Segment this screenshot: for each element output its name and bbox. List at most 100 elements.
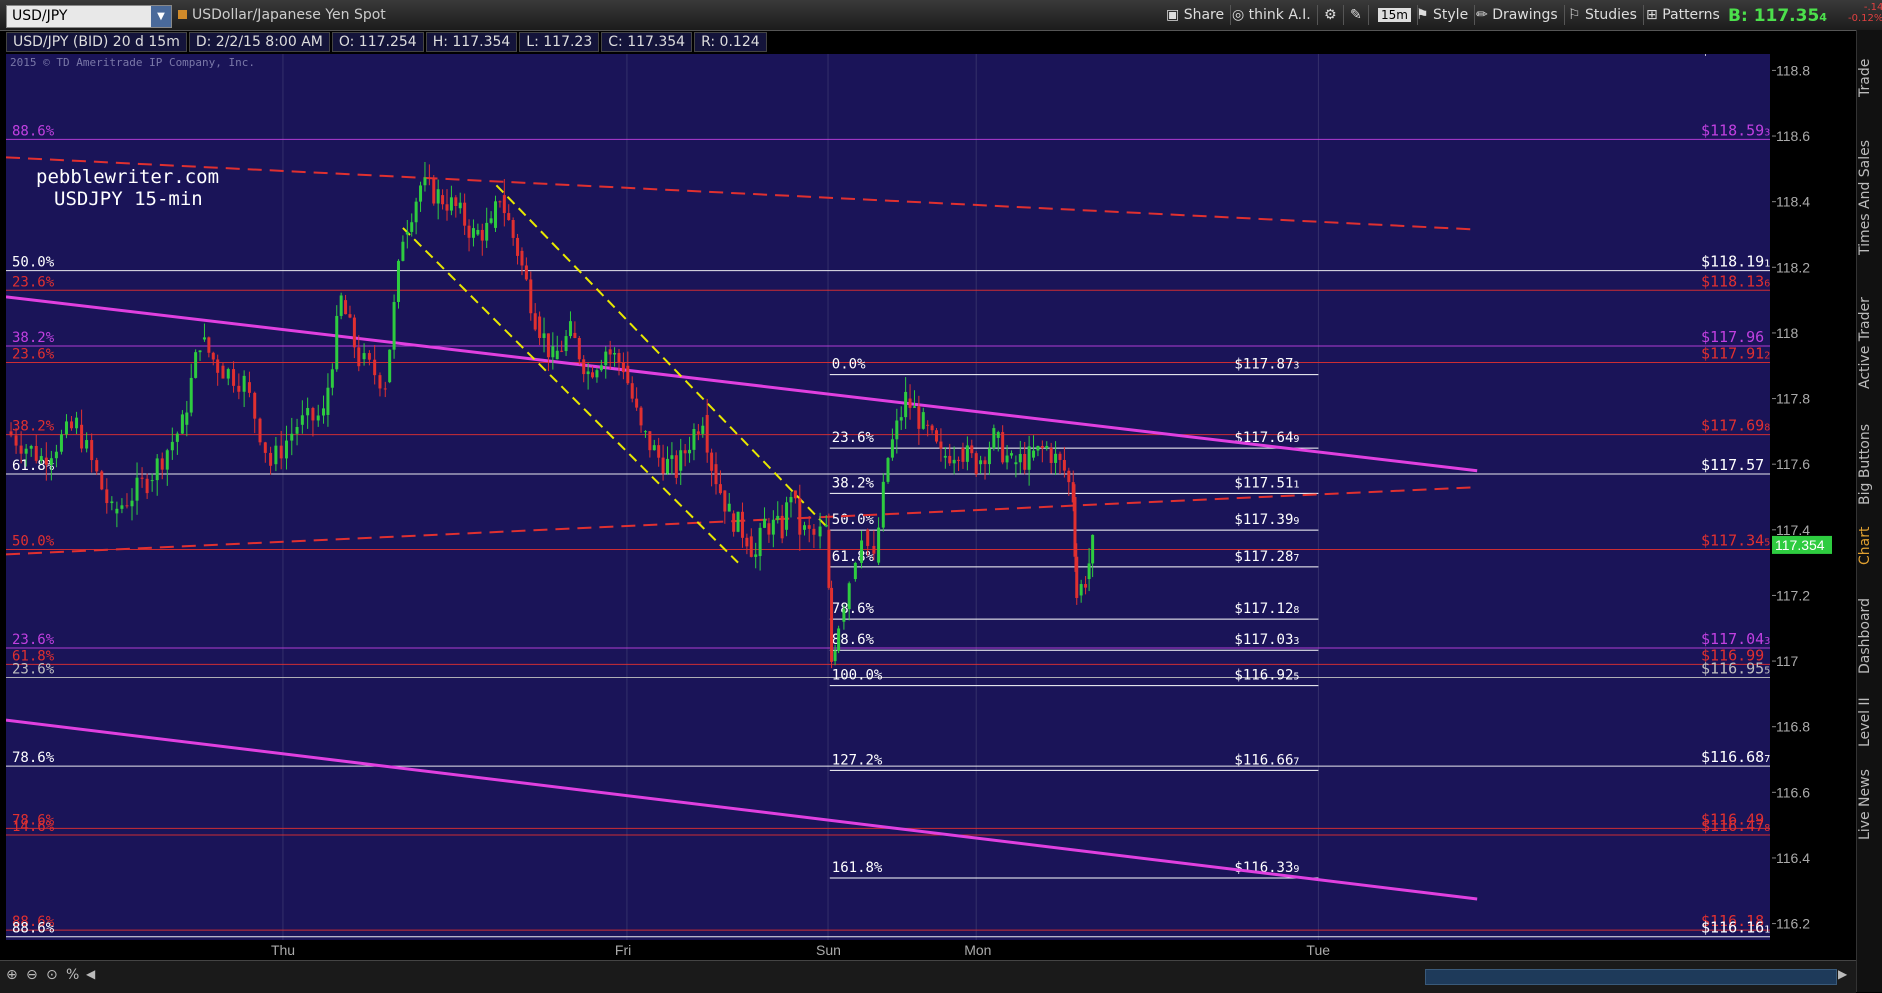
- candle-body: [740, 511, 744, 538]
- level-pct-label: 88.6%: [12, 123, 55, 139]
- symbol-description: USDollar/Japanese Yen Spot: [178, 7, 386, 23]
- info-low: L: 117.23: [519, 32, 600, 52]
- wrench-icon[interactable]: ✎: [1344, 5, 1369, 25]
- candle-body: [749, 536, 753, 557]
- candle-body: [511, 219, 515, 238]
- candle-body: [917, 406, 921, 429]
- level-pct-label: 50.0%: [12, 255, 55, 271]
- candle-body: [339, 295, 343, 316]
- share-button[interactable]: ▣ Share: [1160, 5, 1232, 25]
- zoom-out-icon[interactable]: ⊖: [26, 967, 38, 983]
- candle-body: [621, 362, 625, 373]
- candle-body: [290, 433, 294, 441]
- y-tick-label: 117: [1776, 653, 1799, 669]
- candle-body: [546, 333, 550, 358]
- candle-body: [401, 241, 405, 261]
- sidebar-tab-chart[interactable]: Chart: [1857, 520, 1882, 572]
- sidebar-tab-trade[interactable]: Trade: [1857, 38, 1882, 118]
- candle-body: [1087, 563, 1091, 580]
- time-axis-svg: Thu Fri Sun Mon Tue: [271, 942, 1330, 958]
- candle-body: [105, 489, 109, 504]
- candle-body: [155, 458, 159, 481]
- candle-body: [758, 527, 762, 557]
- candle-body: [59, 434, 63, 452]
- sidebar-tab-active-trader[interactable]: Active Trader: [1857, 278, 1882, 408]
- settings-icon[interactable]: ⚙: [1318, 5, 1344, 25]
- candle-body: [263, 442, 267, 453]
- candle-body: [357, 347, 361, 367]
- candle-body: [85, 440, 89, 449]
- bid-label: B:: [1728, 6, 1748, 26]
- candle-body: [480, 229, 484, 241]
- candle-body: [639, 407, 643, 426]
- level-pct-label: 61.8%: [12, 458, 55, 474]
- candle-body: [1062, 459, 1066, 471]
- style-label: Style: [1433, 7, 1469, 23]
- candle-body: [226, 369, 230, 379]
- time-scrollbar[interactable]: [1425, 969, 1837, 985]
- scroll-left-icon[interactable]: ◀: [86, 967, 95, 981]
- candle-body: [657, 445, 661, 458]
- candle-body: [807, 525, 811, 529]
- fib-price-label: $116.925: [1234, 668, 1299, 684]
- top-toolbar: USD/JPY ▼ USDollar/Japanese Yen Spot ▣ S…: [0, 0, 1882, 31]
- candle-body: [414, 201, 418, 223]
- candle-body: [1032, 450, 1036, 458]
- candle-body: [322, 408, 326, 416]
- scroll-right-icon[interactable]: ▶: [1838, 967, 1847, 981]
- level-price-label: $116.478: [1701, 817, 1770, 835]
- price-axis[interactable]: 118.8 118.6 118.4 118.2 118 117.8 117.6 117.4 11…: [1772, 54, 1832, 940]
- top-partial-price: $118.81: [1701, 54, 1760, 58]
- trendline: [5, 156, 1478, 231]
- candle-body: [727, 503, 731, 512]
- think-ai-button[interactable]: ◎ think A.I.: [1226, 5, 1318, 25]
- style-button[interactable]: ⚑ Style: [1410, 5, 1476, 25]
- candle-body: [974, 453, 978, 475]
- candle-body: [211, 352, 215, 360]
- candle-body: [115, 508, 119, 514]
- candle-body: [423, 177, 427, 186]
- y-tick-label: 117.4: [1776, 522, 1810, 538]
- symbol-selector[interactable]: USD/JPY ▼: [6, 5, 172, 28]
- sidebar-tab-times-and-sales[interactable]: Times And Sales: [1857, 122, 1882, 272]
- patterns-button[interactable]: ⊞ Patterns: [1640, 5, 1726, 25]
- candle-body: [49, 458, 53, 465]
- level-pct-label: 38.2%: [12, 419, 55, 435]
- candle-body: [965, 445, 969, 462]
- candle-body: [326, 387, 330, 415]
- candle-body: [979, 460, 983, 465]
- sidebar-tab-dashboard[interactable]: Dashboard: [1857, 586, 1882, 686]
- sidebar-tab-big-buttons[interactable]: Big Buttons: [1857, 414, 1882, 514]
- chart-plot-area[interactable]: 2015 © TD Ameritrade IP Company, Inc. 50.…: [5, 42, 1770, 940]
- candle-body: [330, 369, 334, 388]
- candle-body: [935, 430, 939, 442]
- trendline: [402, 227, 739, 564]
- candle-body: [396, 260, 400, 302]
- candle-body: [14, 435, 18, 446]
- studies-button[interactable]: ⚐ Studies: [1562, 5, 1644, 25]
- candle-body: [388, 349, 392, 383]
- zoom-fit-icon[interactable]: ⊙: [46, 967, 58, 983]
- zoom-in-icon[interactable]: ⊕: [6, 967, 18, 983]
- candle-body: [175, 433, 179, 442]
- change-points: -.14: [1863, 2, 1882, 13]
- bid-value: 117.35: [1753, 6, 1820, 26]
- drawings-button[interactable]: ✏ Drawings: [1470, 5, 1565, 25]
- chevron-down-icon[interactable]: ▼: [151, 6, 171, 27]
- candle-body: [311, 408, 315, 421]
- candle-body: [710, 452, 714, 471]
- candle-body: [803, 525, 807, 530]
- candle-body: [198, 350, 202, 353]
- candle-body: [1084, 584, 1088, 588]
- price-chart-svg[interactable]: 2015 © TD Ameritrade IP Company, Inc.50.…: [5, 42, 1770, 940]
- candle-body: [237, 385, 241, 392]
- sidebar-tab-live-news[interactable]: Live News: [1857, 760, 1882, 850]
- candle-body: [555, 350, 559, 360]
- percent-icon[interactable]: %: [66, 967, 79, 983]
- level-price-label: $118.136: [1701, 272, 1770, 290]
- sidebar-tab-level-ii[interactable]: Level II: [1857, 692, 1882, 752]
- candle-body: [1049, 447, 1053, 463]
- candle-body: [670, 455, 674, 459]
- candle-body: [652, 445, 656, 451]
- candle-body: [410, 222, 414, 232]
